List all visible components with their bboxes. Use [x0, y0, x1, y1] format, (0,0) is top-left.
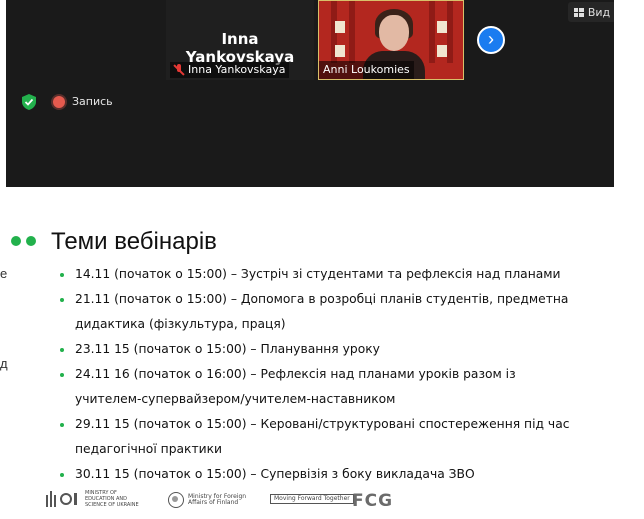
fcg-logo-text: FCG [352, 491, 394, 511]
webinar-item: 29.11 15 (початок о 15:00) – Керовані/ст… [56, 412, 576, 462]
view-label: Вид [587, 5, 611, 19]
grid-icon [573, 7, 584, 17]
building-column [349, 1, 355, 63]
record-icon[interactable] [53, 96, 65, 108]
building-column [447, 1, 453, 63]
mic-muted-icon [173, 64, 185, 76]
participant-name-label: Anni Loukomies [319, 61, 414, 79]
title-bullet-dots [11, 236, 36, 246]
left-text-fragment: е [0, 266, 8, 281]
building-column [429, 1, 435, 63]
recording-label[interactable]: Запись [72, 95, 113, 108]
moe-logo-text: Ministry of Education and Science of Ukr… [85, 490, 139, 508]
fcg-logo: FCG [352, 491, 393, 511]
moe-ukraine-logo: Ministry of Education and Science of Ukr… [46, 490, 143, 508]
shield-check-icon[interactable] [22, 94, 36, 110]
mfa-logo-text: Ministry for Foreign Affairs of Finland [188, 493, 247, 506]
webinar-item: 30.11 15 (початок о 15:00) – Супервізія … [56, 462, 576, 487]
webinar-item: 14.11 (початок о 15:00) – Зустріч зі сту… [56, 262, 576, 287]
view-button[interactable]: Вид [568, 2, 616, 22]
moe-mark-icon [60, 493, 81, 505]
building-window [437, 45, 447, 57]
webinar-item: 21.11 (початок о 15:00) – Допомога в роз… [56, 287, 576, 337]
right-edge [614, 0, 644, 519]
finland-emblem-icon [168, 492, 184, 508]
zoom-meeting-panel: Inna Yankovskaya Inna Yankovskaya Anni L… [6, 0, 616, 187]
webinar-list: 14.11 (початок о 15:00) – Зустріч зі сту… [56, 262, 576, 487]
building-window [335, 45, 345, 57]
left-text-fragment: д [0, 356, 8, 371]
participant-video-face [379, 15, 409, 51]
participant-tile-inna[interactable]: Inna Yankovskaya Inna Yankovskaya [166, 0, 314, 80]
mft-logo-text: Moving Forward Together [270, 494, 354, 504]
mfa-finland-logo: Ministry for Foreign Affairs of Finland [168, 492, 248, 508]
next-page-button[interactable]: › [477, 26, 505, 54]
building-window [437, 21, 447, 33]
participant-tile-anni[interactable]: Anni Loukomies [318, 0, 464, 80]
trident-icon [46, 491, 56, 507]
webinar-item: 24.11 16 (початок о 16:00) – Рефлексія н… [56, 362, 576, 412]
building-window [335, 21, 345, 33]
mft-logo: Moving Forward Together [270, 494, 354, 504]
participant-name: Anni Loukomies [323, 63, 410, 76]
slide-title: Теми вебінарів [51, 228, 217, 255]
partner-logos: Ministry of Education and Science of Ukr… [40, 490, 600, 516]
participant-name: Inna Yankovskaya [188, 63, 286, 76]
participant-display-name: Inna Yankovskaya [185, 30, 295, 66]
chevron-right-icon: › [488, 29, 494, 49]
participant-name-label: Inna Yankovskaya [170, 62, 290, 78]
webinar-item: 23.11 15 (початок о 15:00) – Планування … [56, 337, 576, 362]
